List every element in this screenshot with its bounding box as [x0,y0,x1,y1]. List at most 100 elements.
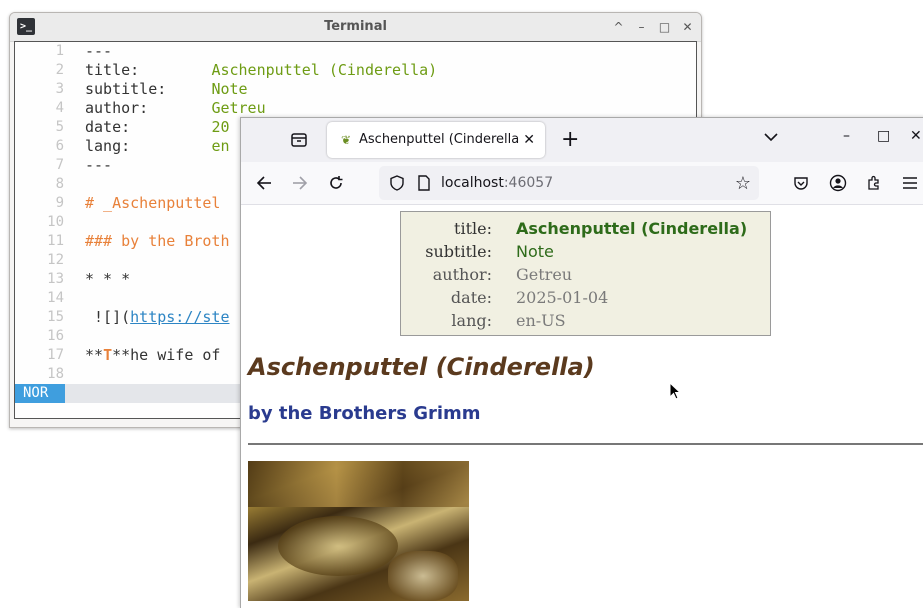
terminal-title: Terminal [324,19,387,34]
close-icon[interactable]: ✕ [523,122,535,158]
code-token: title: [85,61,212,79]
code-token: T [103,346,113,364]
line-number: 17 [47,347,64,363]
mouse-pointer-icon [669,382,681,400]
code-text: ![](https://ste [85,308,229,327]
line-number: 3 [55,81,64,97]
chevron-up-icon[interactable]: ^ [612,21,625,34]
code-text: ### by the Broth [85,232,230,251]
line-number: 8 [55,176,64,192]
browser-tab[interactable]: ❦ Aschenputtel (Cinderella ✕ [327,122,545,158]
editor-mode-indicator: NOR [15,384,65,403]
horizontal-rule [248,443,923,445]
line-number: 13 [47,271,64,287]
code-text: date: 20 [85,118,230,137]
metadata-key: subtitle: [425,242,492,261]
metadata-value: Aschenputtel (Cinderella) [516,219,748,238]
metadata-row: subtitle: Note [401,240,770,263]
metadata-row: date: 2025-01-04 [401,286,770,309]
metadata-key: title: [454,219,492,238]
line-number: 16 [47,328,64,344]
code-text: author: Getreu [85,99,266,118]
code-text: * * * [85,270,130,289]
code-token: subtitle: [85,80,212,98]
code-token: --- [85,156,113,174]
reload-icon[interactable] [326,173,346,193]
url-host: localhost [441,175,504,191]
code-text: title: Aschenputtel (Cinderella) [85,61,437,80]
code-token: en [211,137,230,155]
code-token: --- [85,42,113,60]
forward-arrow-icon[interactable] [290,173,310,193]
line-number: 14 [47,290,64,306]
close-icon[interactable]: ✕ [910,128,922,144]
metadata-key: lang: [451,311,492,330]
line-number: 5 [55,119,64,135]
code-token: ** [85,346,104,364]
bookmark-star-icon[interactable]: ☆ [735,173,751,194]
code-token: ### by the Broth [85,232,230,250]
line-number: 2 [55,62,64,78]
code-text: **T**he wife of [85,346,220,365]
browser-window: ❦ Aschenputtel (Cinderella ✕ + – □ ✕ loc… [240,117,923,608]
line-number: 7 [55,157,64,173]
firefox-view-icon[interactable] [291,133,307,147]
page-icon[interactable] [417,175,431,191]
code-token: author: [85,99,212,117]
line-number: 10 [47,214,64,230]
terminal-titlebar[interactable]: >_ Terminal ^ – □ ✕ [10,13,701,42]
line-number: 1 [55,43,64,59]
code-text: --- [85,42,112,61]
line-number: 18 [47,366,64,382]
close-icon[interactable]: ✕ [681,21,694,34]
code-token: 20 [211,118,230,136]
pocket-icon[interactable] [791,173,811,193]
code-token: lang: [85,137,212,155]
metadata-value: 2025-01-04 [516,288,609,307]
url-port: :46057 [503,175,554,191]
hamburger-menu-icon[interactable] [900,173,920,193]
code-text: subtitle: Note [85,80,248,99]
metadata-key: date: [450,288,492,307]
code-text: lang: en [85,137,230,156]
minimize-icon[interactable]: – [635,21,648,34]
url-bar[interactable]: localhost:46057 ☆ [379,166,759,200]
account-icon[interactable] [828,173,848,193]
minimize-icon[interactable]: – [843,128,850,144]
code-token: date: [85,118,212,136]
code-token: Aschenputtel (Cinderella) [211,61,438,79]
metadata-value: en-US [516,311,566,330]
browser-navbar: localhost:46057 ☆ [241,162,923,205]
metadata-value: Getreu [516,265,573,284]
line-number: 11 [47,233,64,249]
code-link[interactable]: https://ste [130,308,229,326]
chevron-down-icon[interactable] [764,130,778,146]
maximize-icon[interactable]: □ [658,21,671,34]
new-tab-button[interactable]: + [561,128,579,152]
code-token: * * * [85,270,131,288]
tab-favicon-icon: ❦ [340,133,352,147]
line-number: 4 [55,100,64,116]
extensions-icon[interactable] [864,173,884,193]
code-token: # _Aschenputtel [85,194,221,212]
code-token: Note [211,80,248,98]
metadata-table: title: Aschenputtel (Cinderella) subtitle:… [400,211,771,336]
code-token: Getreu [211,99,266,117]
back-arrow-icon[interactable] [254,173,274,193]
line-number: 9 [55,195,64,211]
code-token: ![]( [85,308,131,326]
code-text: --- [85,156,112,175]
metadata-row: title: Aschenputtel (Cinderella) [401,217,770,240]
line-number: 12 [47,252,64,268]
code-token: **he wife of [112,346,221,364]
metadata-key: author: [432,265,492,284]
tab-title: Aschenputtel (Cinderella [359,132,520,147]
code-text: # _Aschenputtel [85,194,220,213]
shield-icon[interactable] [389,175,405,191]
browser-tabstrip: ❦ Aschenputtel (Cinderella ✕ + – □ ✕ [241,118,923,162]
page-title: Aschenputtel (Cinderella) [248,353,595,381]
metadata-row: lang: en-US [401,309,770,332]
maximize-icon[interactable]: □ [877,128,890,144]
page-subtitle: by the Brothers Grimm [248,403,481,424]
metadata-value: Note [516,242,554,261]
